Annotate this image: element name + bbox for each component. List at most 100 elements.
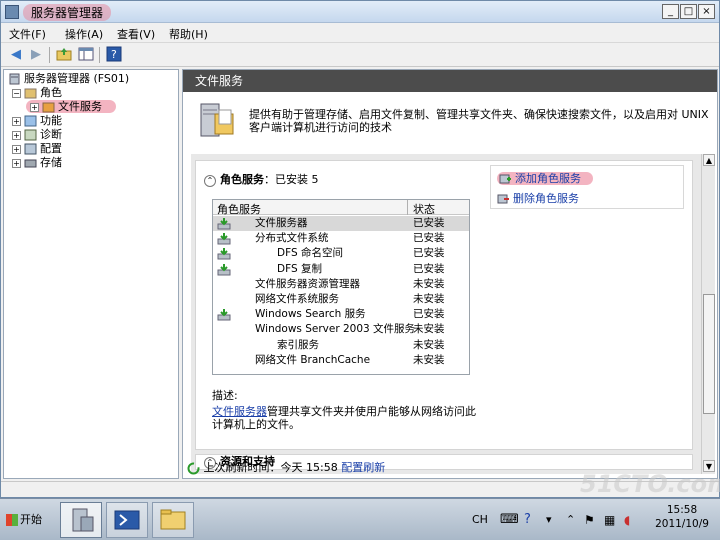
watermark: 51CTO.com xyxy=(580,470,720,498)
taskbar-explorer[interactable] xyxy=(152,502,194,538)
add-role-icon xyxy=(499,174,511,184)
help-icon[interactable]: ? xyxy=(105,46,123,64)
folder-icon xyxy=(160,509,186,530)
installed-count: 已安装 5 xyxy=(275,173,319,186)
tree-item-file-services[interactable]: + 文件服务 xyxy=(26,100,116,114)
menu-view[interactable]: 查看(V) xyxy=(117,26,155,42)
menu-file[interactable]: 文件(F) xyxy=(9,26,46,42)
tree-item-label: 角色 xyxy=(40,86,62,99)
expand-icon[interactable]: + xyxy=(30,102,39,112)
tree-item-configuration[interactable]: + 配置 xyxy=(12,142,62,156)
description-label: 描述: xyxy=(212,389,238,402)
tree-item-label: 配置 xyxy=(40,142,62,155)
keyboard-icon[interactable]: ⌨ xyxy=(500,505,519,535)
action-panel: 添加角色服务 删除角色服务 xyxy=(490,165,684,209)
column-header-name[interactable]: 角色服务 xyxy=(217,201,261,217)
content-header: 文件服务 xyxy=(183,70,717,92)
show-hide-tree-icon[interactable] xyxy=(77,46,95,64)
tree-item-features[interactable]: + 功能 xyxy=(12,114,62,128)
role-service-status: 已安装 xyxy=(413,232,445,245)
taskbar-powershell[interactable] xyxy=(106,502,148,538)
expand-icon[interactable]: + xyxy=(12,158,21,168)
scroll-thumb[interactable] xyxy=(703,294,715,414)
list-item[interactable]: 网络文件系统服务 未安装 xyxy=(213,292,469,307)
column-header-status[interactable]: 状态 xyxy=(413,201,435,217)
configure-refresh-link[interactable]: 配置刷新 xyxy=(341,461,385,474)
role-service-status: 已安装 xyxy=(413,308,445,321)
clock[interactable]: 15:58 2011/10/9 xyxy=(646,503,718,531)
clock-time: 15:58 xyxy=(666,504,698,516)
collapse-chevron-icon[interactable]: ⌃ xyxy=(204,175,216,187)
list-item[interactable]: 网络文件 BranchCache 未安装 xyxy=(213,353,469,368)
network-icon[interactable]: ▦ xyxy=(604,505,615,535)
list-item[interactable]: 分布式文件系统 已安装 xyxy=(213,231,469,246)
role-services-title-row[interactable]: ⌃ 角色服务：已安装 5 xyxy=(204,171,319,187)
tree-root[interactable]: 服务器管理器 (FS01) xyxy=(8,72,129,86)
up-folder-icon[interactable] xyxy=(55,46,73,64)
role-service-name: DFS 复制 xyxy=(277,262,322,275)
window-title: 服务器管理器 xyxy=(23,4,112,21)
windows-flag-icon xyxy=(6,514,18,526)
menu-action[interactable]: 操作(A) xyxy=(65,26,103,42)
toolbar-separator xyxy=(99,47,100,63)
role-service-status: 已安装 xyxy=(413,217,445,229)
tree-item-storage[interactable]: + 存储 xyxy=(12,156,62,170)
installed-icon xyxy=(217,248,231,260)
role-service-status: 已安装 xyxy=(413,247,445,260)
list-item[interactable]: 文件服务器资源管理器 未安装 xyxy=(213,277,469,292)
role-service-name: Windows Server 2003 文件服务 xyxy=(255,323,416,336)
last-refresh-label: 上次刷新时间：今天 15:58 xyxy=(203,461,338,474)
remove-role-services-link[interactable]: 删除角色服务 xyxy=(497,190,579,206)
show-hidden-icons[interactable]: ⌃ xyxy=(566,505,575,535)
tree-item-label: 诊断 xyxy=(40,128,62,141)
installed-icon xyxy=(217,309,231,321)
file-server-link[interactable]: 文件服务器 xyxy=(212,405,267,418)
expand-icon[interactable]: + xyxy=(12,130,21,140)
language-indicator[interactable]: CH xyxy=(472,505,488,535)
list-item[interactable]: 索引服务 未安装 xyxy=(213,338,469,353)
selection-highlight: + 文件服务 xyxy=(26,100,116,113)
role-service-status: 已安装 xyxy=(413,262,445,275)
configuration-icon xyxy=(24,143,37,155)
toolbar-separator xyxy=(49,47,50,63)
forward-arrow-icon[interactable]: ▶ xyxy=(27,46,45,64)
menu-bar: 文件(F) 操作(A) 查看(V) 帮助(H) xyxy=(1,23,719,43)
menu-help[interactable]: 帮助(H) xyxy=(169,26,208,42)
remove-role-icon xyxy=(497,194,509,204)
list-item[interactable]: Windows Search 服务 已安装 xyxy=(213,307,469,322)
role-service-name: 索引服务 xyxy=(277,338,319,351)
title-bar[interactable]: 服务器管理器 _ □ × xyxy=(1,1,719,23)
list-item[interactable]: DFS 复制 已安装 xyxy=(213,262,469,277)
installed-icon xyxy=(217,263,231,276)
close-button[interactable]: × xyxy=(698,4,715,19)
list-item[interactable]: Windows Server 2003 文件服务 未安装 xyxy=(213,322,469,337)
back-arrow-icon[interactable]: ◀ xyxy=(7,46,25,64)
tree-item-diagnostics[interactable]: + 诊断 xyxy=(12,128,62,142)
tree-item-label: 功能 xyxy=(40,114,62,127)
action-center-icon[interactable]: ⚑ xyxy=(584,505,595,535)
tree-root-label: 服务器管理器 (FS01) xyxy=(24,72,130,85)
tray-dropdown-icon[interactable]: ▾ xyxy=(546,505,552,535)
list-item[interactable]: DFS 命名空间 已安装 xyxy=(213,246,469,261)
taskbar-server-manager[interactable] xyxy=(60,502,102,538)
scroll-up-icon[interactable]: ▲ xyxy=(703,154,715,166)
add-role-services-link[interactable]: 添加角色服务 xyxy=(497,170,593,186)
collapse-icon[interactable]: − xyxy=(12,88,21,98)
expand-icon[interactable]: + xyxy=(12,144,21,154)
column-separator[interactable] xyxy=(407,200,408,215)
start-button[interactable]: 开始 xyxy=(2,509,46,531)
scroll-frame: ⌃ 角色服务：已安装 5 添加角色服务 删除角色服务 角色服务 状态 文件服务器… xyxy=(191,154,701,474)
role-services-list: 角色服务 状态 文件服务器 已安装 分布式文件系统 已安装 DFS 命名空间 已安装 DFS… xyxy=(212,199,470,375)
window-controls: _ □ × xyxy=(662,4,715,19)
list-item[interactable]: 文件服务器 已安装 xyxy=(213,216,469,231)
expand-icon[interactable]: + xyxy=(12,116,21,126)
vertical-scrollbar[interactable]: ▲ ▼ xyxy=(701,154,715,474)
volume-icon[interactable]: ◖ xyxy=(624,505,630,535)
installed-icon xyxy=(217,233,231,245)
role-services-section: ⌃ 角色服务：已安装 5 添加角色服务 删除角色服务 角色服务 状态 文件服务器… xyxy=(195,160,693,450)
tree-item-roles[interactable]: − 角色 xyxy=(12,86,62,100)
help-tray-icon[interactable]: ? xyxy=(524,505,531,535)
minimize-button[interactable]: _ xyxy=(662,4,679,19)
storage-icon xyxy=(24,159,37,168)
maximize-button[interactable]: □ xyxy=(680,4,697,19)
